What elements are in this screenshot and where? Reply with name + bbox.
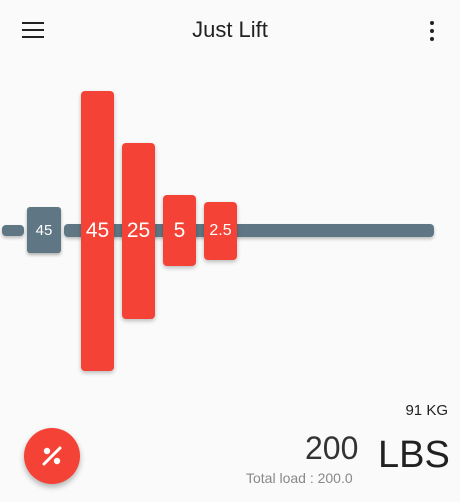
bar-left-stub xyxy=(2,225,24,236)
percent-icon xyxy=(42,446,62,466)
weight-kg: 91 KG xyxy=(405,402,448,419)
plate-25[interactable]: 25 xyxy=(122,143,155,319)
plate-2-5[interactable]: 2.5 xyxy=(204,202,237,260)
app-title: Just Lift xyxy=(192,17,268,42)
more-vert-icon[interactable] xyxy=(426,21,438,41)
collar: 45 xyxy=(27,207,61,253)
app-bar: Just Lift xyxy=(0,0,460,62)
plate-45[interactable]: 45 xyxy=(81,91,114,371)
bar-sleeve xyxy=(64,224,434,237)
plate-5[interactable]: 5 xyxy=(163,195,196,266)
weight-value: 200 xyxy=(305,430,359,466)
total-load: Total load : 200.0 xyxy=(246,470,353,486)
weight-unit[interactable]: LBS xyxy=(378,434,450,477)
percent-fab-button[interactable] xyxy=(24,428,80,484)
